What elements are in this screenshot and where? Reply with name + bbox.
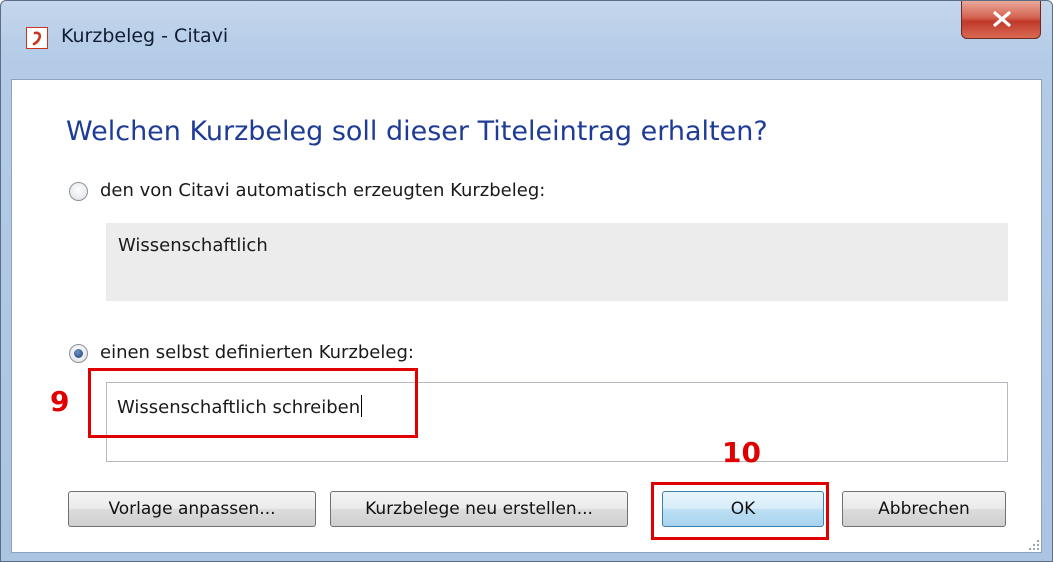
auto-shortref-value: Wissenschaftlich bbox=[118, 235, 268, 256]
radio-custom-shortref[interactable] bbox=[69, 344, 88, 363]
radio-auto-label[interactable]: den von Citavi automatisch erzeugten Kur… bbox=[100, 180, 545, 201]
radio-custom-label[interactable]: einen selbst definierten Kurzbeleg: bbox=[100, 342, 414, 363]
window-title: Kurzbeleg - Citavi bbox=[61, 25, 229, 47]
regenerate-shortrefs-button[interactable]: Kurzbelege neu erstellen... bbox=[330, 491, 628, 527]
resize-grip-icon[interactable] bbox=[1028, 539, 1040, 551]
customize-template-button[interactable]: Vorlage anpassen... bbox=[68, 491, 316, 527]
cancel-button[interactable]: Abbrechen bbox=[842, 491, 1006, 527]
close-icon bbox=[993, 11, 1011, 27]
dialog-body: Welchen Kurzbeleg soll dieser Titeleintr… bbox=[11, 79, 1042, 553]
radio-auto-shortref[interactable] bbox=[69, 182, 88, 201]
annotation-step-9: 9 bbox=[50, 385, 70, 418]
auto-shortref-display: Wissenschaftlich bbox=[106, 223, 1008, 301]
title-bar[interactable]: Kurzbeleg - Citavi bbox=[1, 1, 1052, 79]
annotation-step-10: 10 bbox=[722, 436, 761, 469]
close-button[interactable] bbox=[961, 1, 1041, 39]
citavi-app-icon bbox=[26, 27, 48, 49]
dialog-heading: Welchen Kurzbeleg soll dieser Titeleintr… bbox=[66, 116, 768, 147]
dialog-window: Kurzbeleg - Citavi Welchen Kurzbeleg sol… bbox=[0, 0, 1053, 562]
annotation-box-custom-input bbox=[88, 368, 418, 438]
annotation-box-ok bbox=[651, 482, 829, 540]
